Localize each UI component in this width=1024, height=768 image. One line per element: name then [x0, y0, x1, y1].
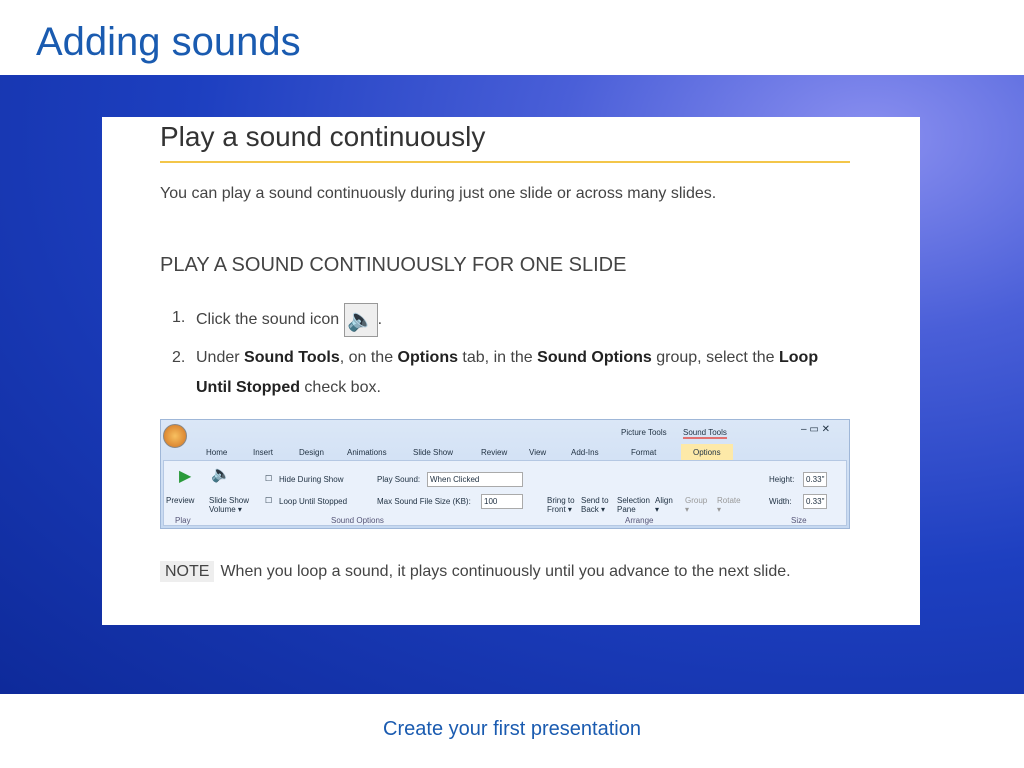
hide-checkbox: ☐ [265, 474, 273, 483]
subheading: PLAY A SOUND CONTINUOUSLY FOR ONE SLIDE [160, 254, 627, 276]
step-end: . [377, 311, 383, 329]
height-label: Height: [769, 475, 795, 484]
tab-review: Review [481, 448, 508, 457]
office-button-icon [163, 424, 187, 448]
step-1: 1. Click the sound icon 🔈. [172, 303, 856, 337]
note-label: NOTE [160, 561, 215, 582]
step-text: Click the sound icon [196, 311, 340, 329]
tab-add-ins: Add-Ins [571, 448, 599, 457]
t: tab, in the [457, 349, 538, 366]
step-number: 1. [172, 309, 186, 326]
loop-checkbox: ☐ [265, 496, 273, 505]
bring-to-front: Bring to Front ▾ [547, 496, 575, 514]
tab-home: Home [206, 448, 228, 457]
tab-animations: Animations [347, 448, 387, 457]
t: check box. [299, 379, 381, 396]
tab-format: Format [631, 448, 657, 457]
play-icon: ▶ [179, 468, 192, 485]
slide-title: Adding sounds [36, 20, 301, 64]
tab-options: Options [681, 444, 733, 461]
group: Group ▾ [685, 496, 708, 514]
send-to-back: Send to Back ▾ [581, 496, 609, 514]
play-sound-dropdown: When Clicked [427, 472, 523, 487]
max-size-label: Max Sound File Size (KB): [377, 497, 471, 506]
hide-label: Hide During Show [279, 475, 344, 484]
max-size-input: 100 [481, 494, 523, 509]
volume-button: Slide Show Volume ▾ [209, 496, 250, 514]
context-picture-tools: Picture Tools [621, 428, 667, 437]
intro-text: You can play a sound continuously during… [160, 185, 717, 202]
play-sound-label: Play Sound: [377, 475, 421, 484]
step-2: 2. Under Sound Tools, on the Options tab… [172, 343, 856, 403]
window-controls: – ▭ ✕ [801, 424, 830, 435]
align: Align ▾ [655, 496, 673, 514]
volume-icon: 🔈 [211, 466, 231, 483]
loop-label: Loop Until Stopped [279, 497, 348, 506]
tab-view: View [529, 448, 547, 457]
divider [160, 161, 850, 163]
group-label: Sound Options [331, 516, 384, 525]
note-text: When you loop a sound, it plays continuo… [220, 563, 791, 580]
rotate: Rotate ▾ [717, 496, 741, 514]
note: NOTE When you loop a sound, it plays cont… [160, 557, 850, 587]
footer: Create your first presentation [383, 718, 641, 740]
width-label: Width: [769, 497, 792, 506]
t: Sound Tools [244, 349, 340, 366]
t: Options [397, 349, 458, 366]
group-label: Play [175, 516, 191, 525]
context-sound-tools: Sound Tools [683, 428, 727, 439]
t: Sound Options [537, 349, 652, 366]
tab-slide-show: Slide Show [413, 448, 454, 457]
height-input: 0.33" [803, 472, 828, 487]
group-label: Arrange [625, 516, 654, 525]
ribbon-screenshot: Picture Tools Sound Tools – ▭ ✕ Home Ins… [160, 419, 850, 529]
tab-insert: Insert [253, 448, 274, 457]
t: , on the [339, 349, 398, 366]
t: group, select the [651, 349, 779, 366]
tab-design: Design [299, 448, 324, 457]
t: Under [196, 349, 245, 366]
speaker-icon: 🔈 [343, 303, 378, 337]
step-number: 2. [172, 349, 186, 366]
group-label: Size [791, 516, 807, 525]
content-panel: Play a sound continuously You can play a… [102, 117, 920, 625]
heading: Play a sound continuously [160, 121, 486, 152]
selection-pane: Selection Pane [617, 496, 650, 514]
preview-button: Preview [166, 496, 195, 505]
width-input: 0.33" [803, 494, 828, 509]
